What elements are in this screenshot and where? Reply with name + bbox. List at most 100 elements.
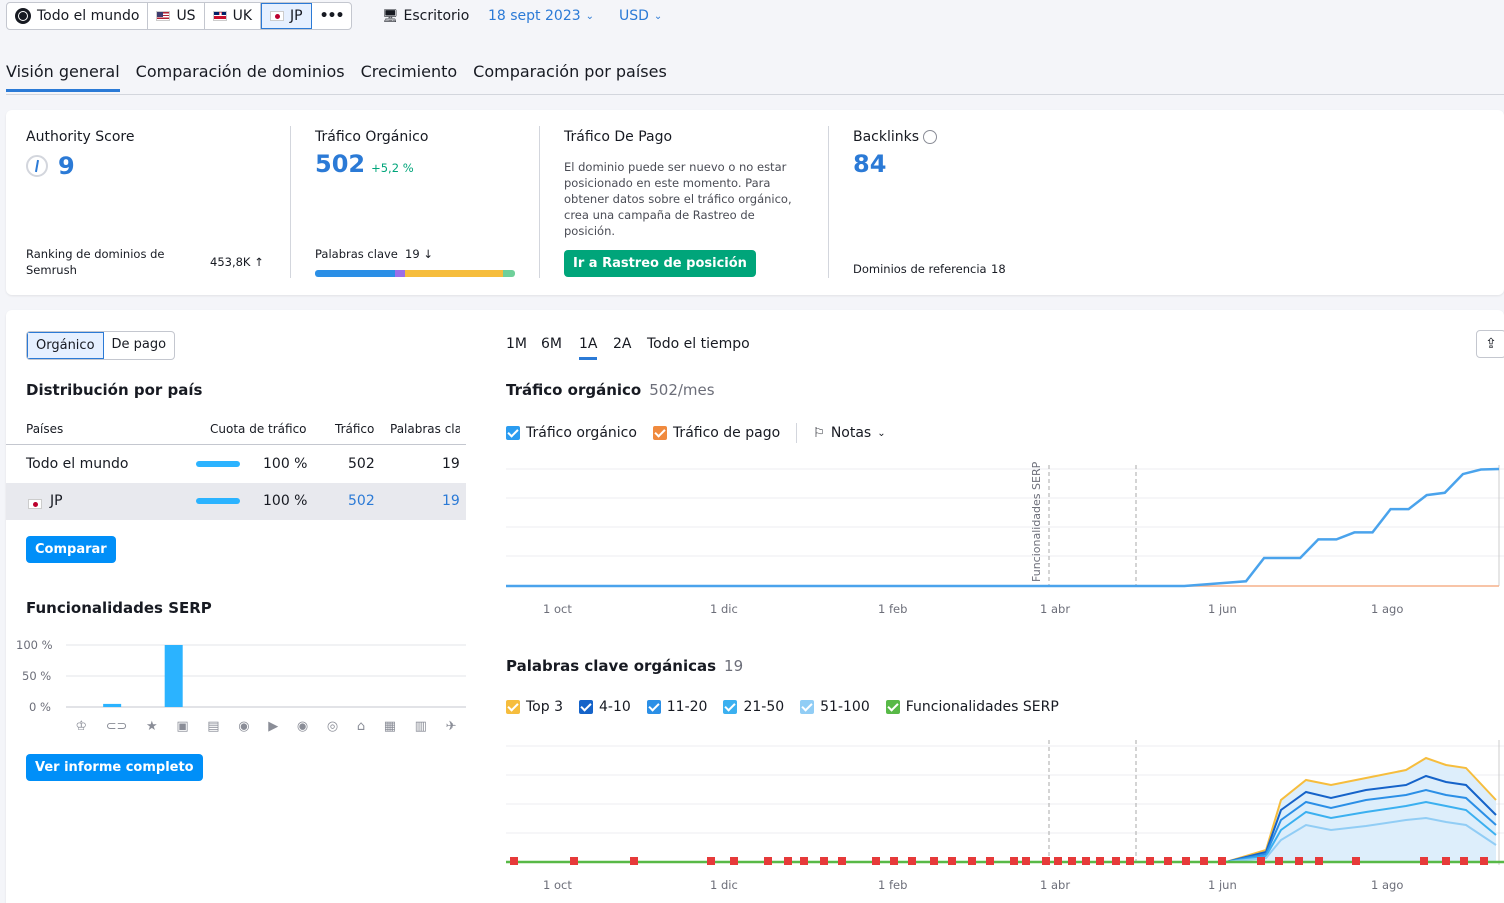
- region-uk[interactable]: UK: [205, 3, 262, 29]
- event-marker-icon[interactable]: [784, 857, 792, 865]
- event-marker-icon[interactable]: [1146, 857, 1154, 865]
- event-marker-icon[interactable]: [1442, 857, 1450, 865]
- full-report-button[interactable]: Ver informe completo: [26, 754, 203, 781]
- currency-selector[interactable]: USD ⌄: [619, 8, 662, 24]
- play-icon[interactable]: ◉: [297, 719, 308, 734]
- image-pack-icon[interactable]: ▤: [207, 719, 219, 734]
- legend-51-100[interactable]: 51-100: [800, 699, 870, 715]
- referring-domains-value[interactable]: 18: [991, 262, 1006, 276]
- twitter-icon[interactable]: ✈: [446, 719, 457, 734]
- video-icon[interactable]: ◉: [238, 719, 249, 734]
- event-marker-icon[interactable]: [510, 857, 518, 865]
- backlinks-value[interactable]: 84: [853, 150, 886, 178]
- event-marker-icon[interactable]: [1082, 857, 1090, 865]
- col-traffic[interactable]: Tráfico: [335, 422, 374, 436]
- legend-organic-traffic[interactable]: Tráfico orgánico: [506, 425, 637, 441]
- event-marker-icon[interactable]: [1126, 857, 1134, 865]
- event-marker-icon[interactable]: [1042, 857, 1050, 865]
- serp-bar: [103, 703, 122, 707]
- event-marker-icon[interactable]: [1460, 857, 1468, 865]
- period-6m[interactable]: 6M: [541, 336, 562, 352]
- event-marker-icon[interactable]: [1182, 857, 1190, 865]
- legend-serp-features[interactable]: Funcionalidades SERP: [885, 699, 1059, 715]
- event-marker-icon[interactable]: [1315, 857, 1323, 865]
- event-marker-icon[interactable]: [820, 857, 828, 865]
- event-marker-icon[interactable]: [1010, 857, 1018, 865]
- divider: [290, 126, 291, 278]
- tab-country-comparison[interactable]: Comparación por países: [473, 62, 667, 92]
- checkbox-icon: [723, 700, 738, 714]
- rank-value[interactable]: 453,8K ↑: [210, 255, 264, 269]
- event-marker-icon[interactable]: [1054, 857, 1062, 865]
- notes-dropdown[interactable]: ⚐ Notas ⌄: [813, 425, 885, 441]
- info-icon[interactable]: [923, 130, 938, 144]
- event-marker-icon[interactable]: [890, 857, 898, 865]
- organic-traffic-value[interactable]: 502 +5,2 %: [315, 150, 414, 178]
- event-marker-icon[interactable]: [1257, 857, 1265, 865]
- education-icon[interactable]: ⌂: [357, 719, 365, 734]
- event-marker-icon[interactable]: [764, 857, 772, 865]
- event-marker-icon[interactable]: [1164, 857, 1172, 865]
- event-marker-icon[interactable]: [872, 857, 880, 865]
- xtick: 1 dic: [710, 878, 738, 892]
- period-1m[interactable]: 1M: [506, 336, 527, 352]
- period-2a[interactable]: 2A: [613, 336, 631, 352]
- event-marker-icon[interactable]: [800, 857, 808, 865]
- star-icon[interactable]: ★: [146, 719, 158, 734]
- more-regions-button[interactable]: •••: [312, 3, 352, 29]
- period-all-time[interactable]: Todo el tiempo: [647, 336, 750, 352]
- tab-domain-comparison[interactable]: Comparación de dominios: [136, 62, 345, 92]
- event-marker-icon[interactable]: [1096, 857, 1104, 865]
- event-marker-icon[interactable]: [1022, 857, 1030, 865]
- event-marker-icon[interactable]: [986, 857, 994, 865]
- legend-top3[interactable]: Top 3: [506, 699, 563, 715]
- event-marker-icon[interactable]: [1218, 857, 1226, 865]
- event-marker-icon[interactable]: [630, 857, 638, 865]
- legend-11-20[interactable]: 11-20: [646, 699, 707, 715]
- date-selector[interactable]: 18 sept 2023 ⌄: [488, 8, 594, 24]
- event-marker-icon[interactable]: [1295, 857, 1303, 865]
- col-traffic-share[interactable]: Cuota de tráfico: [210, 422, 307, 436]
- tab-growth[interactable]: Crecimiento: [361, 62, 458, 92]
- event-marker-icon[interactable]: [838, 857, 846, 865]
- keywords-value[interactable]: 19 ↓: [405, 247, 433, 261]
- event-marker-icon[interactable]: [730, 857, 738, 865]
- news-icon[interactable]: ▦: [384, 719, 396, 734]
- event-marker-icon[interactable]: [570, 857, 578, 865]
- legend-paid-traffic[interactable]: Tráfico de pago: [652, 425, 780, 441]
- region-worldwide[interactable]: Todo el mundo: [7, 3, 149, 29]
- event-marker-icon[interactable]: [1112, 857, 1120, 865]
- event-marker-icon[interactable]: [968, 857, 976, 865]
- location-icon[interactable]: ◎: [327, 719, 338, 734]
- event-marker-icon[interactable]: [1275, 857, 1283, 865]
- crown-icon[interactable]: ♔: [75, 719, 87, 734]
- legend-21-50[interactable]: 21-50: [723, 699, 784, 715]
- table-row[interactable]: JP 100 % 502 19: [6, 483, 466, 520]
- col-keywords[interactable]: Palabras cla: [390, 422, 460, 436]
- event-marker-icon[interactable]: [707, 857, 715, 865]
- device-selector[interactable]: 🖥 Escritorio: [382, 8, 469, 24]
- region-us[interactable]: US: [148, 3, 205, 29]
- event-marker-icon[interactable]: [948, 857, 956, 865]
- event-marker-icon[interactable]: [1420, 857, 1428, 865]
- briefcase-icon[interactable]: ▥: [415, 719, 427, 734]
- event-marker-icon[interactable]: [1200, 857, 1208, 865]
- position-tracking-button[interactable]: Ir a Rastreo de posición: [564, 250, 756, 277]
- compare-button[interactable]: Comparar: [26, 536, 116, 563]
- tab-overview[interactable]: Visión general: [6, 62, 120, 92]
- event-marker-icon[interactable]: [930, 857, 938, 865]
- period-1a[interactable]: 1A: [579, 336, 598, 360]
- legend-4-10[interactable]: 4-10: [578, 699, 631, 715]
- event-marker-icon[interactable]: [908, 857, 916, 865]
- region-jp[interactable]: JP: [261, 3, 312, 29]
- link-icon[interactable]: ⊂⊃: [106, 719, 128, 734]
- image-icon[interactable]: ▣: [176, 719, 188, 734]
- export-button[interactable]: ⇪: [1476, 330, 1504, 358]
- event-marker-icon[interactable]: [1068, 857, 1076, 865]
- serp-features-title: Funcionalidades SERP: [26, 599, 212, 617]
- toggle-organic[interactable]: Orgánico: [27, 332, 104, 359]
- event-marker-icon[interactable]: [1480, 857, 1488, 865]
- event-marker-icon[interactable]: [1352, 857, 1360, 865]
- video-carousel-icon[interactable]: ▶: [268, 719, 278, 734]
- toggle-paid[interactable]: De pago: [104, 332, 175, 359]
